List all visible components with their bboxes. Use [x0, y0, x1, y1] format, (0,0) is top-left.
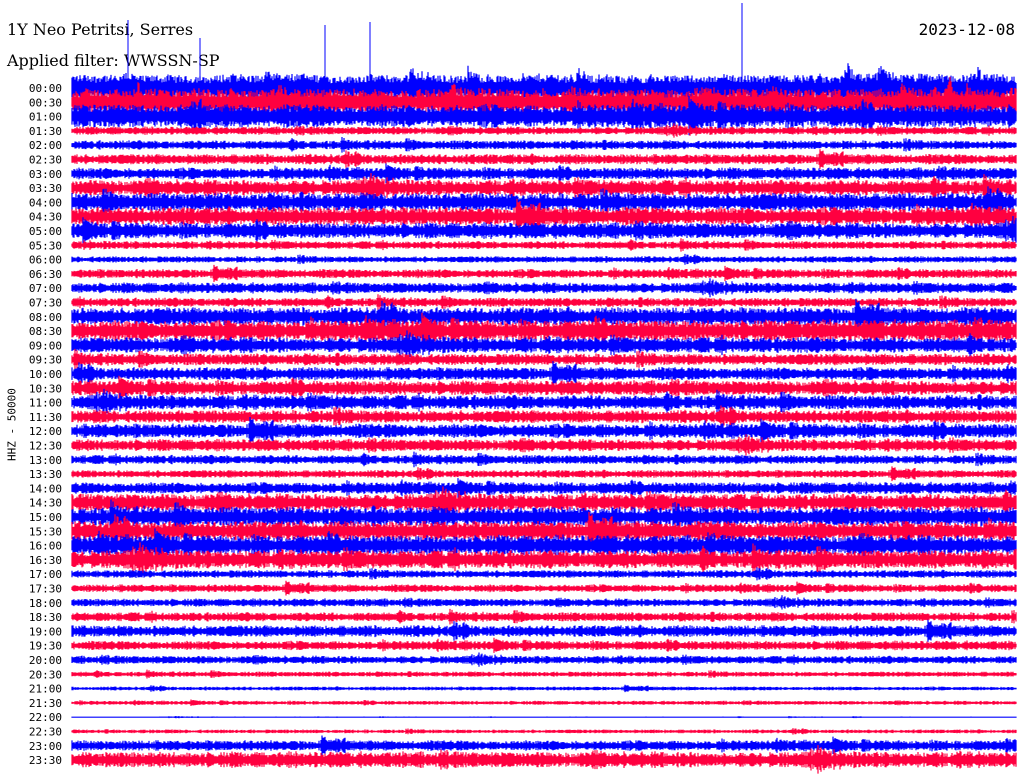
time-label: 17:30 [29, 583, 62, 596]
time-label: 06:30 [29, 268, 62, 281]
trace-1930 [71, 637, 1017, 653]
trace-0200 [71, 137, 1017, 153]
trace-1400 [71, 478, 1017, 498]
time-label: 10:00 [29, 368, 62, 381]
time-label: 02:30 [29, 154, 62, 167]
time-label: 03:30 [29, 182, 62, 195]
trace-1700 [71, 567, 1017, 581]
time-label: 12:30 [29, 440, 62, 453]
time-label: 08:30 [29, 325, 62, 338]
trace-2300 [71, 735, 1017, 756]
time-label: 00:30 [29, 96, 62, 109]
time-label: 11:00 [29, 397, 62, 410]
time-label: 23:00 [29, 740, 62, 753]
time-label: 08:00 [29, 311, 62, 324]
time-label: 04:00 [29, 196, 62, 209]
time-label: 16:30 [29, 554, 62, 567]
trace-1800 [71, 595, 1017, 610]
time-label: 22:30 [29, 726, 62, 739]
trace-2000 [71, 652, 1017, 667]
time-label: 19:30 [29, 640, 62, 653]
trace-1300 [71, 451, 1017, 468]
time-label: 11:30 [29, 411, 62, 424]
trace-0600 [71, 253, 1017, 265]
time-label: 17:00 [29, 568, 62, 581]
time-label: 09:00 [29, 339, 62, 352]
time-label: 20:00 [29, 654, 62, 667]
trace-1900 [71, 619, 1017, 642]
time-label: 06:00 [29, 254, 62, 267]
time-label: 07:00 [29, 282, 62, 295]
time-label: 05:00 [29, 225, 62, 238]
time-label: 19:00 [29, 625, 62, 638]
time-label: 22:00 [29, 711, 62, 724]
trace-2230 [71, 728, 1017, 735]
trace-0630 [71, 264, 1017, 282]
trace-1830 [71, 608, 1017, 625]
trace-2100 [71, 684, 1017, 693]
time-label: 02:00 [29, 139, 62, 152]
time-label: 09:30 [29, 354, 62, 367]
time-label: 23:30 [29, 754, 62, 767]
time-label: 04:30 [29, 211, 62, 224]
helicorder-plot: 00:0000:30 01:0001:3002:00 02:3003:0003:30… [29, 3, 1017, 774]
time-label: 01:00 [29, 111, 62, 124]
time-label: 16:00 [29, 540, 62, 553]
time-label: 18:30 [29, 611, 62, 624]
time-label: 14:00 [29, 482, 62, 495]
time-label: 10:30 [29, 382, 62, 395]
time-label: 07:30 [29, 297, 62, 310]
trace-1330 [71, 466, 1017, 482]
time-label: 18:00 [29, 597, 62, 610]
time-label: 00:00 [29, 82, 62, 95]
trace-0530 [71, 238, 1017, 252]
trace-2030 [71, 669, 1017, 679]
trace-1030 [71, 375, 1017, 400]
time-label: 21:30 [29, 697, 62, 710]
trace-0230 [71, 149, 1017, 169]
time-label: 03:00 [29, 168, 62, 181]
time-label: 15:30 [29, 525, 62, 538]
time-label: 21:00 [29, 683, 62, 696]
trace-2200 [71, 716, 1017, 719]
time-label: 13:30 [29, 468, 62, 481]
time-label: 14:30 [29, 497, 62, 510]
time-label: 20:30 [29, 668, 62, 681]
time-label: 05:30 [29, 239, 62, 252]
time-label: 01:30 [29, 125, 62, 138]
time-label: 12:00 [29, 425, 62, 438]
trace-2130 [71, 699, 1017, 706]
time-label: 13:00 [29, 454, 62, 467]
trace-1000 [71, 361, 1017, 386]
time-label: 15:00 [29, 511, 62, 524]
trace-1730 [71, 580, 1017, 596]
